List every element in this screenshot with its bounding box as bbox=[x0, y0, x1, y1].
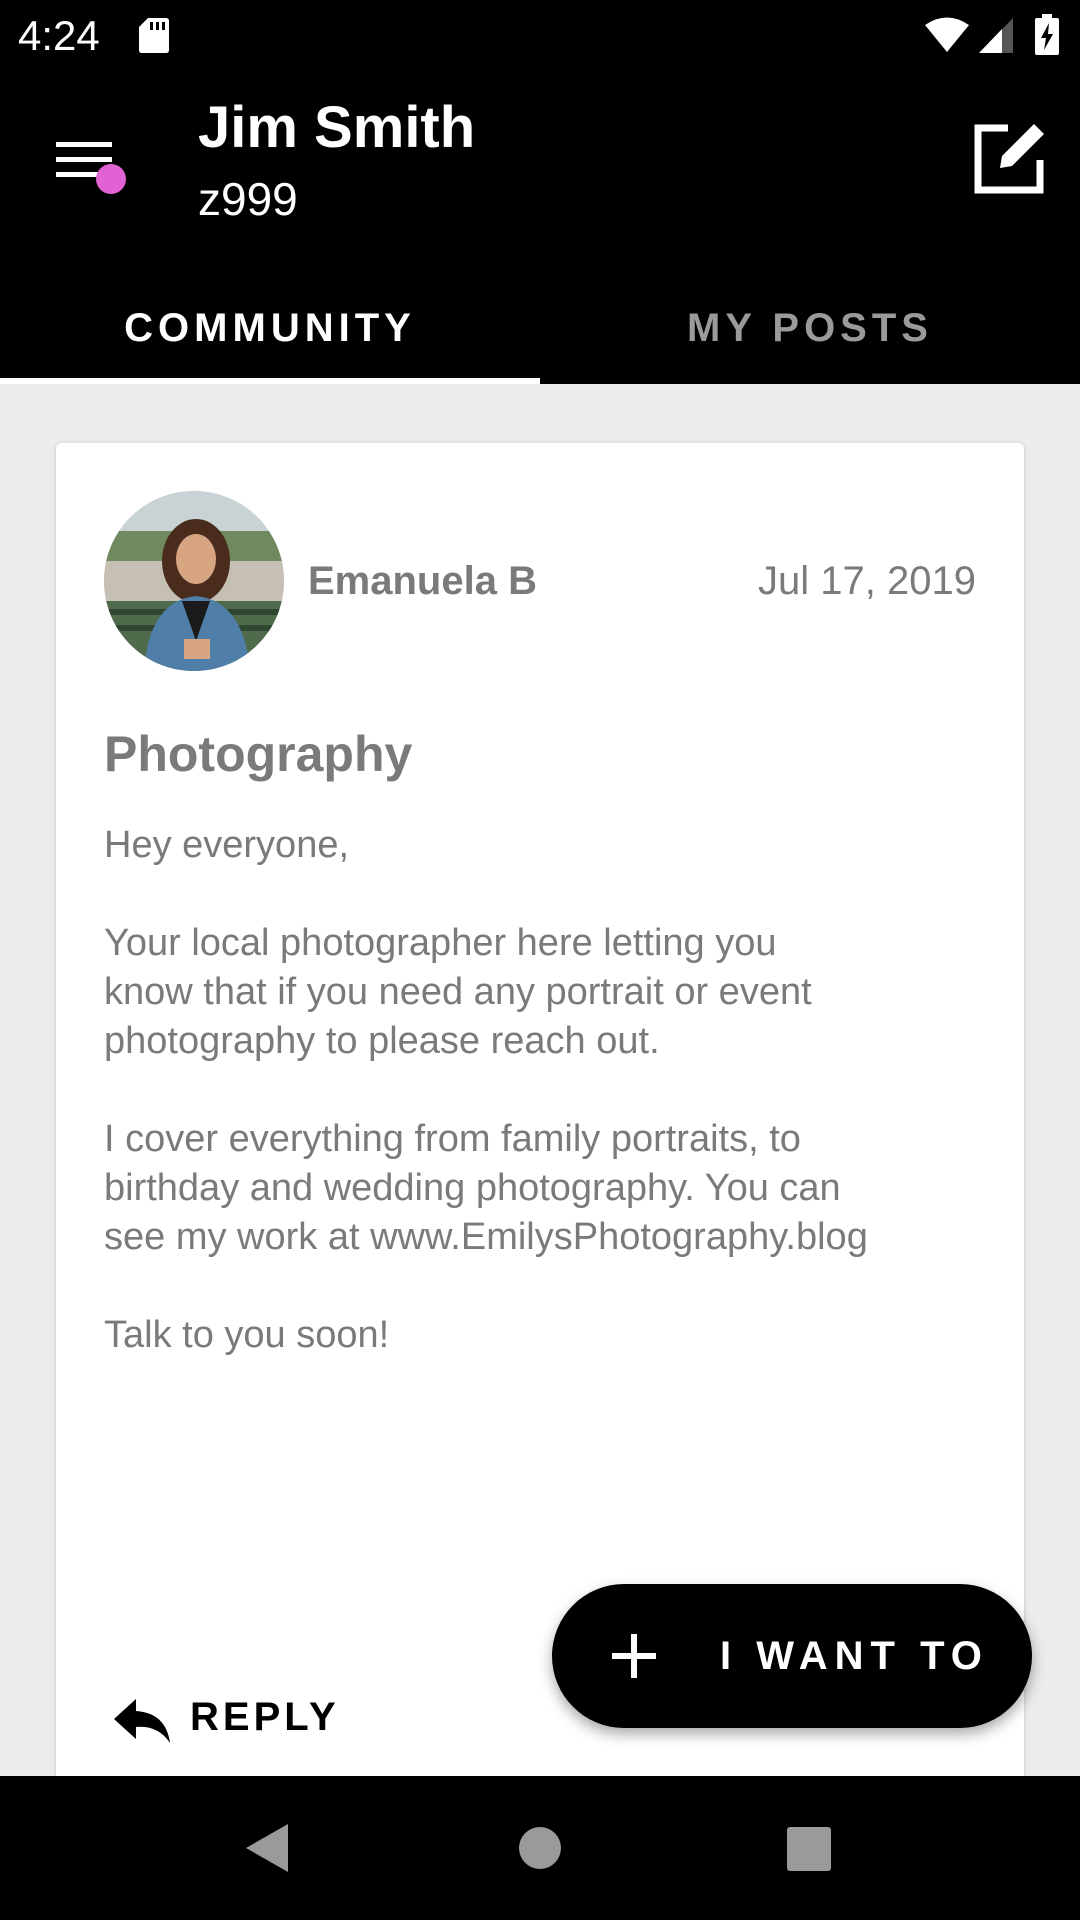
user-name: Jim Smith bbox=[198, 95, 476, 160]
tab-my-posts-label: MY POSTS bbox=[687, 305, 933, 350]
status-time: 4:24 bbox=[18, 12, 100, 59]
post-date: Jul 17, 2019 bbox=[758, 559, 976, 603]
compose-button[interactable] bbox=[960, 108, 1060, 208]
recents-icon[interactable] bbox=[786, 1826, 832, 1872]
user-id: z999 bbox=[198, 173, 298, 225]
screen: 4:24 Jim Smith z999 COMMUNITY MY POSTS E… bbox=[0, 0, 1080, 1920]
tab-community-label: COMMUNITY bbox=[124, 305, 416, 350]
post-title: Photography bbox=[104, 726, 413, 782]
battery-charging-icon bbox=[1035, 14, 1059, 55]
post-body: Hey everyone, Your local photographer he… bbox=[104, 821, 984, 1409]
wifi-icon bbox=[925, 17, 969, 52]
post-paragraph: Talk to you soon! bbox=[104, 1314, 390, 1356]
i-want-to-button[interactable]: I WANT TO bbox=[552, 1584, 1032, 1728]
avatar bbox=[104, 491, 284, 671]
status-bar: 4:24 bbox=[0, 0, 1080, 72]
edit-icon bbox=[974, 124, 1044, 194]
author-name[interactable]: Emanuela B bbox=[308, 559, 537, 604]
plus-icon bbox=[612, 1634, 656, 1678]
app-bar: Jim Smith z999 COMMUNITY MY POSTS bbox=[0, 72, 1080, 384]
navigation-bar bbox=[0, 1776, 1080, 1920]
signal-icon bbox=[979, 18, 1013, 53]
post-paragraph: I cover everything from family portraits… bbox=[104, 1118, 868, 1258]
fab-label: I WANT TO bbox=[720, 1634, 989, 1678]
reply-label: REPLY bbox=[190, 1695, 340, 1739]
reply-icon bbox=[114, 1699, 170, 1743]
menu-button[interactable] bbox=[48, 126, 130, 208]
tab-indicator bbox=[0, 378, 540, 384]
post-paragraph: Hey everyone, bbox=[104, 824, 350, 866]
home-icon[interactable] bbox=[518, 1826, 562, 1870]
notification-dot bbox=[96, 164, 126, 194]
sd-card-icon bbox=[139, 18, 169, 53]
back-icon[interactable] bbox=[244, 1822, 290, 1874]
reply-button[interactable]: REPLY bbox=[112, 1683, 352, 1757]
tab-bar: COMMUNITY MY POSTS bbox=[0, 272, 1080, 384]
tab-community[interactable]: COMMUNITY bbox=[0, 272, 540, 384]
post-paragraph: Your local photographer here letting you… bbox=[104, 922, 812, 1062]
tab-my-posts[interactable]: MY POSTS bbox=[540, 272, 1080, 384]
